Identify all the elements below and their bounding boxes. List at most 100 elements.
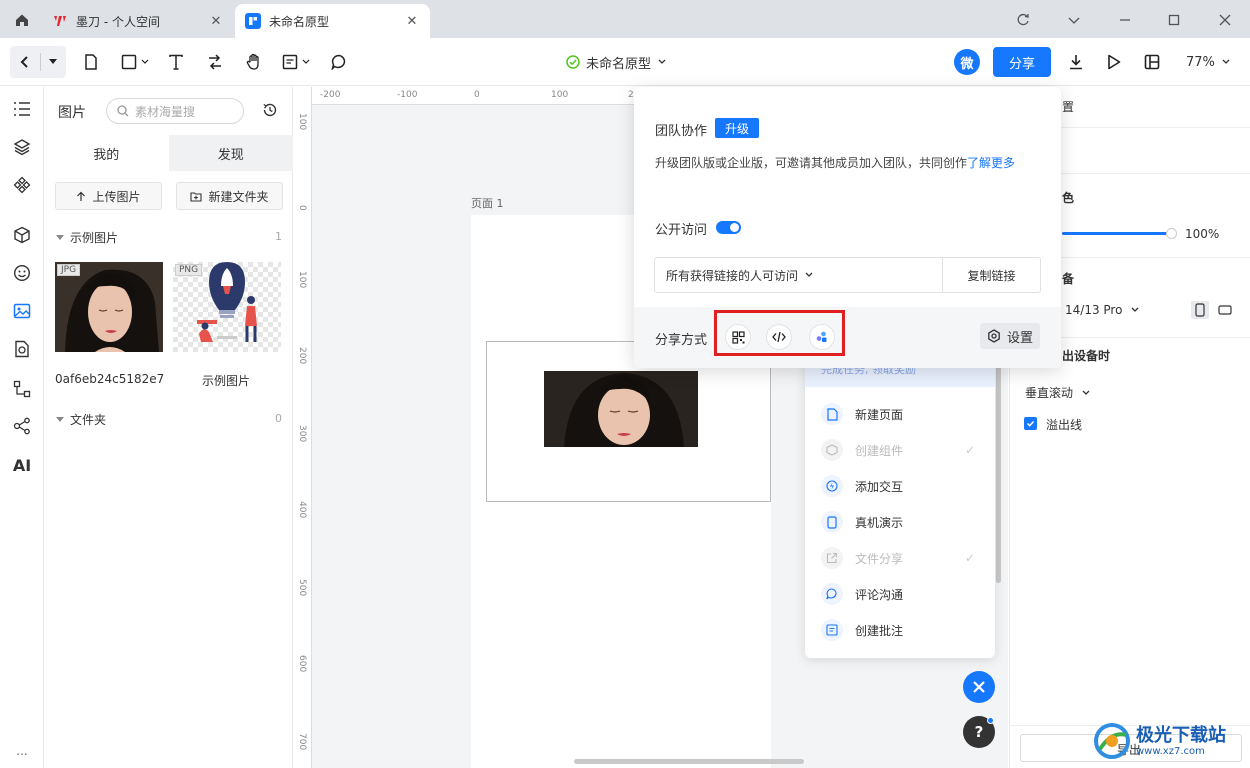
mindmap-icon[interactable]	[10, 414, 34, 438]
ruler-label: -100	[397, 90, 418, 100]
more-icon[interactable]: ...	[10, 739, 34, 763]
close-tab-icon[interactable]: ✕	[208, 13, 224, 29]
close-window-icon[interactable]	[1213, 8, 1237, 32]
page-label[interactable]: 页面 1	[471, 195, 504, 211]
task-file-share[interactable]: 文件分享 ✓	[821, 544, 981, 572]
components-icon[interactable]	[10, 173, 34, 197]
scroll-mode-dropdown[interactable]: 垂直滚动	[1025, 384, 1091, 401]
ruler-label: -200	[320, 90, 341, 100]
overflow-line-checkbox[interactable]	[1024, 417, 1037, 430]
tab-title: 墨刀 - 个人空间	[76, 14, 160, 29]
image-thumbnail-portrait[interactable]: JPG	[55, 262, 163, 352]
assets-panel: 图片 素材海量搜 我的 发现 上传图片 新建文件夹 示例图片 1 JPG PNG…	[44, 87, 293, 768]
image-icon[interactable]	[10, 299, 34, 323]
notification-dot	[987, 717, 994, 724]
back-button-group[interactable]	[10, 46, 66, 78]
cube-icon[interactable]	[10, 223, 34, 247]
copy-link-button[interactable]: 复制链接	[943, 258, 1040, 292]
document-title-dropdown[interactable]: 未命名原型	[566, 50, 667, 74]
ruler-label: 700	[297, 733, 307, 751]
team-description-text: 升级团队版或企业版，可邀请其他成员加入团队，共同创作	[655, 156, 968, 170]
maximize-icon[interactable]	[1162, 8, 1186, 32]
folder-plus-icon	[190, 191, 203, 202]
ruler-label: 2	[628, 90, 634, 100]
share-button[interactable]: 分享	[993, 47, 1051, 77]
refresh-icon[interactable]	[1011, 8, 1035, 32]
upgrade-button[interactable]: 升级	[715, 118, 760, 138]
minimize-icon[interactable]	[1113, 8, 1137, 32]
background-color-label: 色	[1062, 191, 1075, 205]
close-tab-icon[interactable]: ✕	[404, 13, 420, 29]
page-icon[interactable]	[81, 50, 101, 74]
layout-panel-icon[interactable]	[1142, 50, 1162, 74]
text-tool-icon[interactable]	[166, 50, 186, 74]
horizontal-scrollbar[interactable]	[574, 759, 804, 764]
component-icon	[821, 439, 843, 461]
back-arrow-icon[interactable]	[10, 46, 40, 78]
modao-logo-icon	[52, 13, 68, 29]
opacity-value: 100%	[1185, 227, 1220, 241]
chevron-down-icon[interactable]	[1062, 8, 1086, 32]
help-button[interactable]: ?	[963, 716, 995, 748]
task-device-demo[interactable]: 真机演示	[821, 508, 981, 536]
tab-prototype[interactable]: 未命名原型 ✕	[235, 4, 430, 38]
interaction-link-icon[interactable]	[205, 50, 225, 74]
hand-tool-icon[interactable]	[243, 50, 265, 74]
media-icon[interactable]	[10, 337, 34, 361]
access-permission-select[interactable]: 所有获得链接的人可访问	[655, 258, 943, 292]
image-thumbnail-illustration[interactable]: PNG	[173, 262, 281, 352]
device-model-dropdown[interactable]: 14/13 Pro	[1065, 303, 1140, 317]
layers-icon[interactable]	[10, 135, 34, 159]
task-add-interaction[interactable]: 添加交互	[821, 472, 981, 500]
annotation-tool-button[interactable]	[278, 50, 314, 74]
tab-personal-space[interactable]: 墨刀 - 个人空间 ✕	[42, 4, 234, 38]
ruler-label: 100	[551, 90, 569, 100]
learn-more-link[interactable]: 了解更多	[967, 156, 1015, 170]
zoom-dropdown[interactable]: 77%	[1186, 50, 1231, 74]
flowchart-icon[interactable]	[10, 377, 34, 401]
close-menu-button[interactable]	[963, 671, 995, 703]
public-access-toggle[interactable]	[716, 221, 741, 234]
task-comment[interactable]: 评论沟通	[821, 580, 981, 608]
comment-icon	[821, 583, 843, 605]
comment-icon[interactable]	[329, 50, 349, 74]
emoji-icon[interactable]	[10, 261, 34, 285]
asset-tabs: 我的 发现	[44, 135, 293, 171]
asset-search-input[interactable]: 素材海量搜	[106, 98, 244, 124]
landscape-orientation-icon[interactable]	[1217, 302, 1233, 318]
tab-discover[interactable]: 发现	[168, 135, 293, 171]
vertical-scrollbar[interactable]	[996, 348, 1001, 583]
sample-images-section[interactable]: 示例图片	[56, 229, 118, 246]
history-icon[interactable]	[262, 102, 278, 118]
tab-title: 未命名原型	[269, 14, 330, 29]
wechat-mini-program-button[interactable]: 微	[954, 49, 980, 75]
share-popover: 团队协作 升级 升级团队版或企业版，可邀请其他成员加入团队，共同创作了解更多 公…	[634, 87, 1061, 368]
ai-icon[interactable]: AI	[10, 453, 34, 477]
task-new-page[interactable]: 新建页面	[821, 400, 981, 428]
share-settings-button[interactable]: 设置	[980, 323, 1040, 349]
folders-section[interactable]: 文件夹	[56, 411, 106, 428]
download-icon[interactable]	[1066, 50, 1086, 74]
close-icon	[973, 681, 985, 693]
task-create-component[interactable]: 创建组件 ✓	[821, 436, 981, 464]
task-annotation[interactable]: 创建批注	[821, 616, 981, 644]
new-folder-button[interactable]: 新建文件夹	[176, 182, 283, 210]
ruler-label: 500	[297, 579, 307, 597]
list-icon[interactable]	[10, 97, 34, 121]
overflow-title: 出设备时	[1062, 349, 1111, 363]
upload-image-button[interactable]: 上传图片	[55, 182, 162, 210]
tab-mine[interactable]: 我的	[44, 135, 169, 171]
chevron-down-icon	[1131, 307, 1139, 312]
chevron-down-icon	[141, 59, 149, 64]
ruler-label: 300	[297, 425, 307, 443]
play-preview-icon[interactable]	[1104, 50, 1124, 74]
opacity-slider-knob[interactable]	[1166, 228, 1177, 239]
caret-down-icon[interactable]	[41, 46, 65, 78]
shape-tool-button[interactable]	[116, 50, 154, 74]
home-icon[interactable]	[10, 10, 34, 30]
portrait-orientation-icon[interactable]	[1191, 301, 1209, 319]
caret-down-icon	[56, 234, 64, 240]
help-icon: ?	[974, 723, 984, 741]
opacity-slider-track[interactable]	[1062, 232, 1172, 235]
document-title: 未命名原型	[586, 56, 652, 72]
